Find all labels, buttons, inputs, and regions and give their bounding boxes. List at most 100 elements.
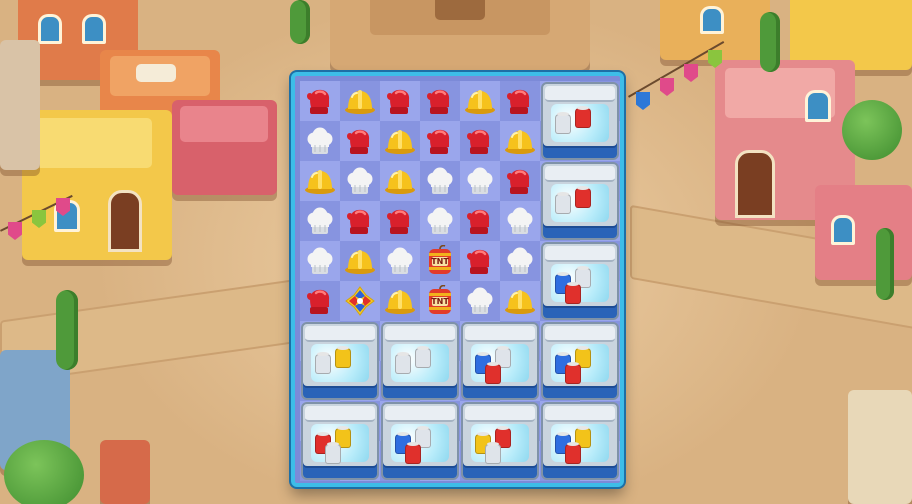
cactus-top-left [290,0,310,44]
cooler-lid [545,246,615,262]
piece-red-glove-icon[interactable] [500,161,540,201]
yellow-soda-can-icon [335,346,351,368]
red-glove-icon [427,89,450,114]
piece-white-chef-hat-icon[interactable] [460,281,500,321]
red-soda-can-icon [575,106,591,128]
piece-yellow-hardhat-icon[interactable] [340,81,380,121]
white-chef-hat-icon [507,247,533,274]
piece-white-chef-hat-icon[interactable] [340,161,380,201]
white-chef-hat-icon [307,127,333,154]
ice-cooler-blocker[interactable] [541,402,619,480]
red-glove-icon [307,289,330,314]
building-left-grey [0,40,40,170]
piece-red-glove-icon[interactable] [300,281,340,321]
red-glove-icon [507,89,530,114]
yellow-hardhat-icon [505,290,535,314]
piece-yellow-hardhat-icon[interactable] [380,121,420,161]
piece-yellow-hardhat-icon[interactable] [460,81,500,121]
red-soda-can-icon [565,282,581,304]
building-left-yellow [22,110,172,260]
piece-white-chef-hat-icon[interactable] [420,161,460,201]
red-glove-icon [307,89,330,114]
white-chef-hat-icon [427,167,453,194]
yellow-hardhat-icon [345,90,375,114]
piece-red-glove-icon[interactable] [420,81,460,121]
white-chef-hat-icon [507,207,533,234]
red-glove-icon [347,209,370,234]
piece-yellow-hardhat-icon[interactable] [380,161,420,201]
bush-right [842,100,902,160]
ice-cooler-blocker[interactable] [301,402,379,480]
cooler-lid [545,166,615,182]
red-soda-can-icon [405,442,421,464]
piece-yellow-hardhat-icon[interactable] [500,281,540,321]
white-chef-hat-icon [387,247,413,274]
bunting-flag [636,92,650,110]
piece-tnt[interactable]: TNT [420,281,460,321]
building-bottom-left-tower [100,440,150,504]
piece-red-glove-icon[interactable] [460,121,500,161]
ice-cooler-blocker[interactable] [541,162,619,240]
ice-cooler-blocker[interactable] [461,322,539,400]
piece-white-chef-hat-icon[interactable] [420,201,460,241]
cooler-lid [545,406,615,422]
cooler-lid [385,326,455,342]
silver-soda-can-icon [315,352,331,374]
piece-white-chef-hat-icon[interactable] [460,161,500,201]
piece-tnt[interactable]: TNT [420,241,460,281]
red-glove-icon [467,209,490,234]
ice-cooler-blocker[interactable] [541,242,619,320]
ice-cooler-blocker[interactable] [381,402,459,480]
red-glove-icon [467,129,490,154]
red-glove-icon [507,169,530,194]
ice-cooler-blocker[interactable] [461,402,539,480]
building-left-pink [172,100,277,195]
cactus-left [56,290,78,370]
piece-white-chef-hat-icon[interactable] [500,201,540,241]
piece-white-chef-hat-icon[interactable] [380,241,420,281]
red-soda-can-icon [575,186,591,208]
piece-white-chef-hat-icon[interactable] [300,121,340,161]
propeller-booster-icon [345,286,375,316]
silver-soda-can-icon [325,442,341,464]
building-right-mid [815,185,912,280]
piece-white-chef-hat-icon[interactable] [300,201,340,241]
ice-cooler-blocker[interactable] [301,322,379,400]
piece-yellow-hardhat-icon[interactable] [500,121,540,161]
piece-white-chef-hat-icon[interactable] [500,241,540,281]
cooler-lid [465,326,535,342]
cooler-lid [305,326,375,342]
ice-cooler-blocker[interactable] [541,82,619,160]
piece-yellow-hardhat-icon[interactable] [380,281,420,321]
white-chef-hat-icon [467,167,493,194]
yellow-hardhat-icon [385,170,415,194]
piece-red-glove-icon[interactable] [500,81,540,121]
cooler-lid [465,406,535,422]
piece-red-glove-icon[interactable] [380,201,420,241]
piece-white-chef-hat-icon[interactable] [300,241,340,281]
yellow-hardhat-icon [345,250,375,274]
piece-red-glove-icon[interactable] [340,121,380,161]
piece-red-glove-icon[interactable] [300,81,340,121]
red-glove-icon [387,89,410,114]
white-chef-hat-icon [347,167,373,194]
yellow-hardhat-icon [465,90,495,114]
ice-cooler-blocker[interactable] [381,322,459,400]
cooler-lid [385,406,455,422]
piece-yellow-hardhat-icon[interactable] [340,241,380,281]
piece-red-glove-icon[interactable] [380,81,420,121]
yellow-hardhat-icon [305,170,335,194]
red-glove-icon [427,129,450,154]
white-chef-hat-icon [307,207,333,234]
silver-soda-can-icon [395,352,411,374]
piece-red-glove-icon[interactable] [460,201,500,241]
piece-red-glove-icon[interactable] [420,121,460,161]
ice-cooler-blocker[interactable] [541,322,619,400]
piece-yellow-hardhat-icon[interactable] [300,161,340,201]
building-right-bottom [848,390,912,504]
bush-bottom-left [4,440,84,504]
piece-red-glove-icon[interactable] [340,201,380,241]
piece-propeller-booster-icon[interactable] [340,281,380,321]
silver-soda-can-icon [415,346,431,368]
piece-red-glove-icon[interactable] [460,241,500,281]
